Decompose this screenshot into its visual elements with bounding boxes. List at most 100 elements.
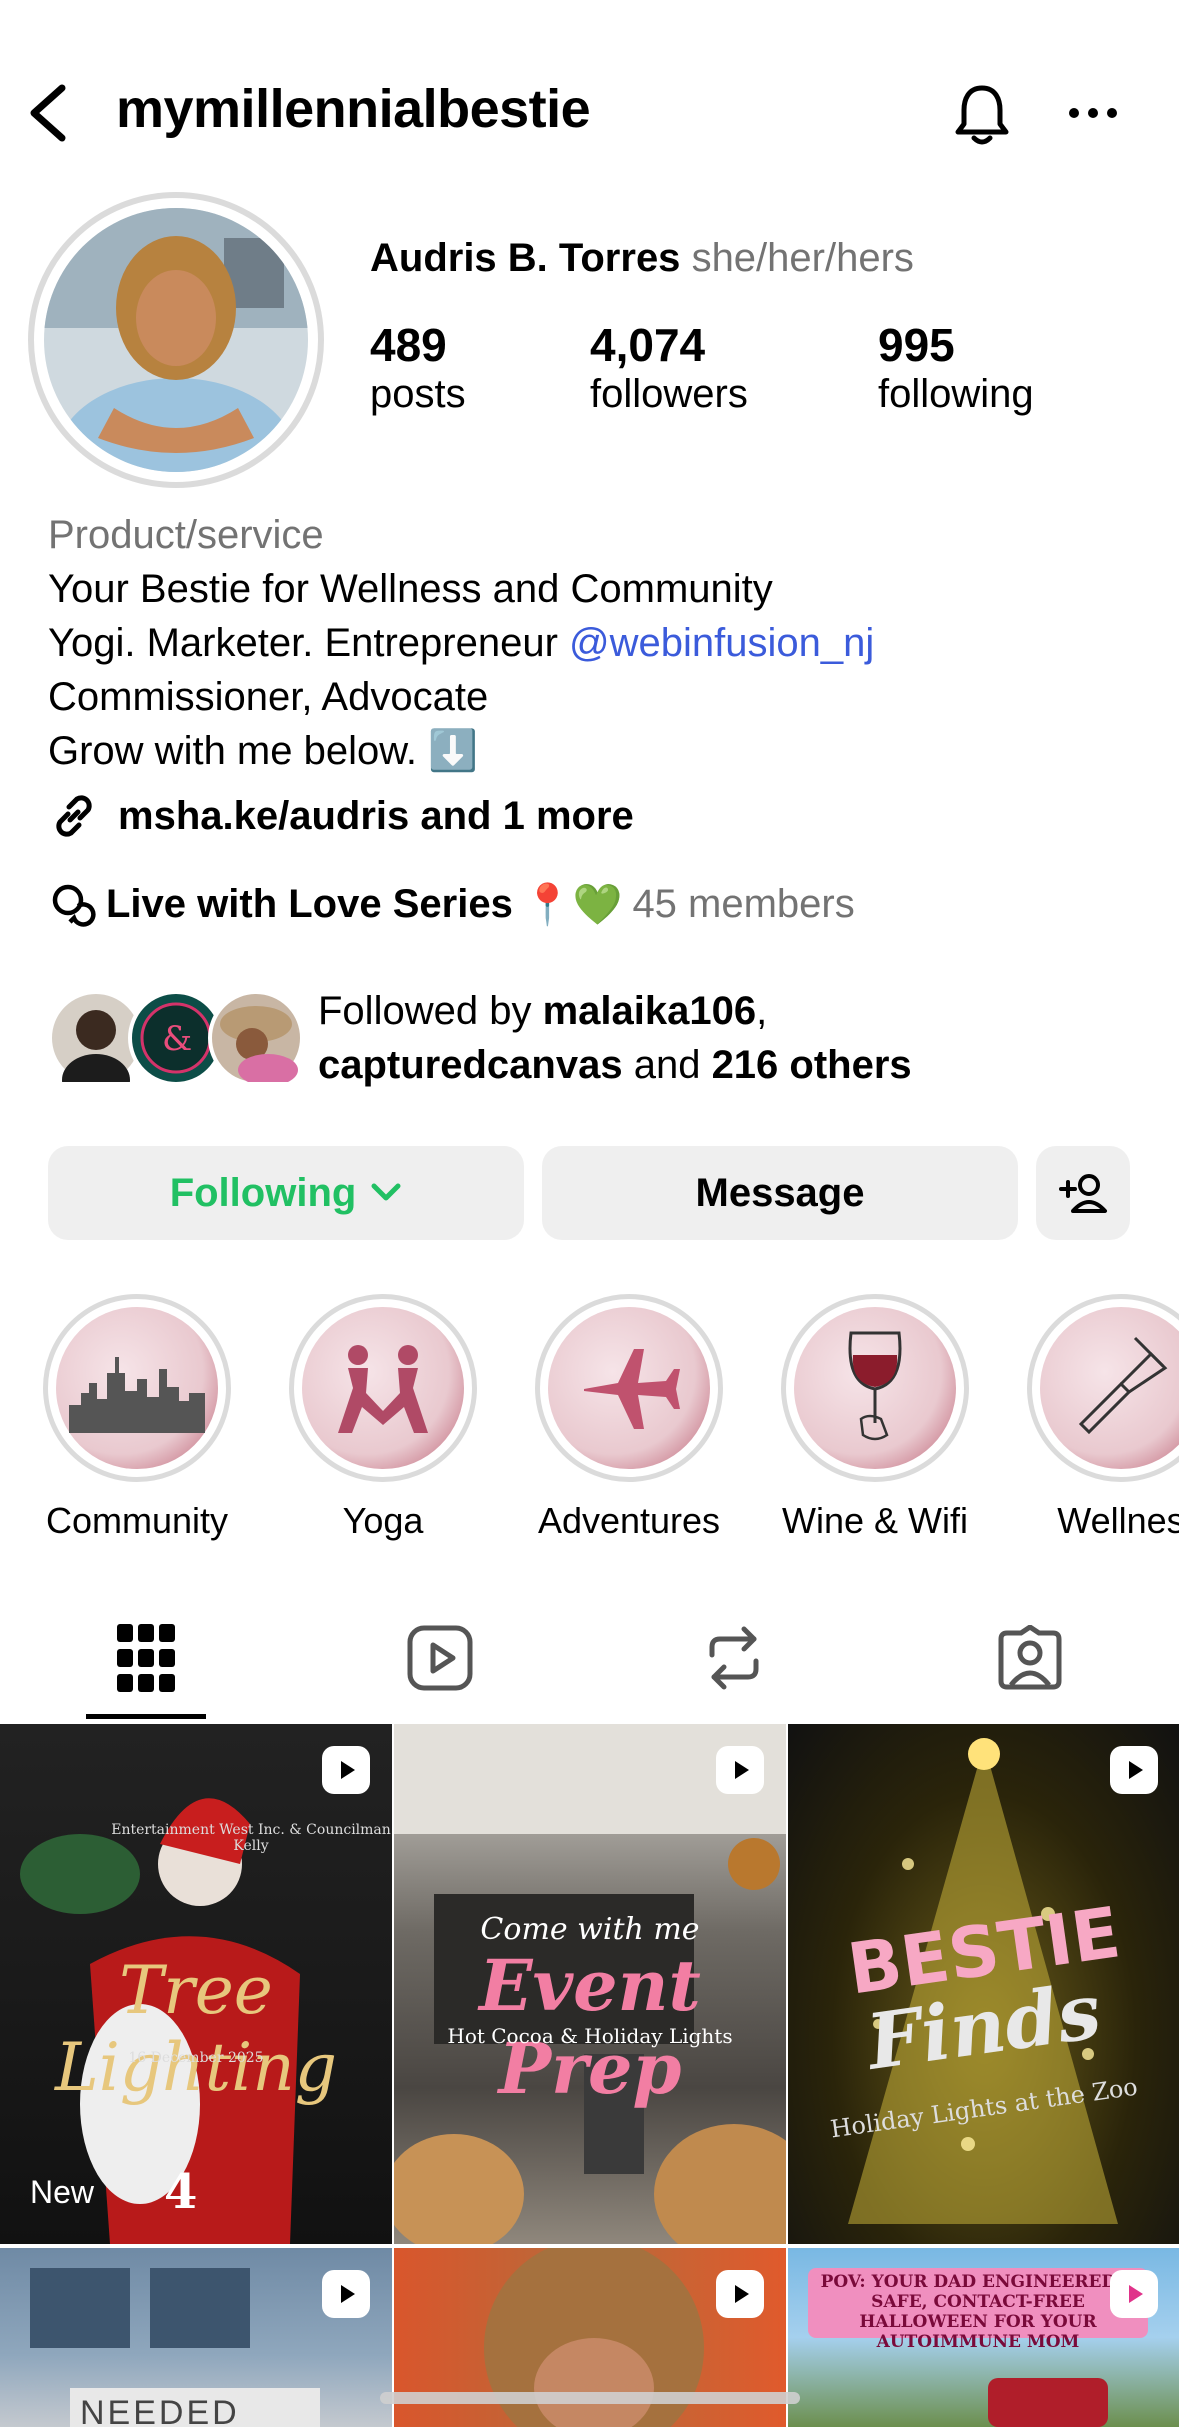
following-button[interactable]: Following [48,1146,524,1240]
reel-badge [1110,2270,1158,2318]
reel-badge [1110,1746,1158,1794]
follower-avatar-3[interactable] [208,990,304,1086]
highlight-label: Wine & Wifi [781,1500,968,1541]
play-icon [735,2285,749,2303]
stat-following-value: 995 [878,319,955,371]
stat-posts[interactable]: 489 posts [370,318,466,417]
home-indicator[interactable] [380,2392,800,2404]
skyline-icon [69,1357,205,1433]
notifications-button[interactable] [948,80,1016,148]
stat-following[interactable]: 995 following [878,318,1034,417]
active-tab-indicator [86,1714,206,1719]
post-new-label: New [30,2174,95,2210]
bio-line-1: Your Bestie for Wellness and Community [48,567,773,611]
followed-others: 216 others [711,1043,912,1087]
highlight-label: Adventures [537,1500,721,1541]
profile-name-row: Audris B. Torres she/her/hers [370,236,914,281]
stat-posts-value: 489 [370,319,447,371]
stat-followers-label: followers [590,372,748,416]
play-icon [1129,2285,1143,2303]
message-button[interactable]: Message [542,1146,1018,1240]
tab-posts-grid[interactable] [76,1608,216,1708]
post-title: Tree Lighting [54,1952,338,2106]
play-icon [1129,1761,1143,1779]
highlight-wellness[interactable]: Wellnes [1024,1294,1179,1542]
highlight-label: Yoga [342,1500,424,1541]
post-prefix: Come with me [480,1912,700,1947]
stat-followers-value: 4,074 [590,319,706,371]
chevron-down-icon [371,1183,401,1201]
bio-line-3: Commissioner, Advocate [48,675,489,719]
back-button[interactable] [22,78,82,148]
svg-text:&: & [162,1019,192,1059]
post-title: NEEDED [80,2394,240,2427]
followed-user-2: capturedcanvas [318,1043,623,1087]
following-label: Following [169,1170,357,1215]
followed-comma: , [756,989,768,1033]
stat-following-label: following [878,372,1034,416]
post-thumbnail-4[interactable]: NEEDED [0,2248,392,2427]
reposts-icon [709,1626,759,1690]
reel-badge [322,2270,370,2318]
bio-line-4: Grow with me below. ⬇️ [48,729,478,773]
play-icon [341,1761,355,1779]
profile-category: Product/service [48,513,324,557]
more-horizontal-icon [1069,108,1117,118]
highlight-community[interactable]: Community [40,1294,234,1542]
followed-user-1: malaika106 [542,989,757,1033]
comb-icon [1078,1336,1168,1435]
profile-username: mymillennialbestie [116,79,591,139]
profile-name: Audris B. Torres [370,236,681,280]
reel-badge [322,1746,370,1794]
followed-prefix: Followed by [318,989,543,1033]
bio-mention-link[interactable]: @webinfusion_nj [569,621,874,665]
profile-link-text: msha.ke/audris and 1 more [118,793,634,838]
bio-line-2-text: Yogi. Marketer. Entrepreneur [48,621,570,665]
play-icon [341,2285,355,2303]
followed-and: and [622,1043,712,1087]
play-icon [735,1761,749,1779]
bio-line-2: Yogi. Marketer. Entrepreneur @webinfusio… [48,616,874,670]
tab-reposts[interactable] [664,1608,804,1708]
avatar[interactable] [44,208,308,472]
chevron-left-icon [30,84,66,142]
channel-icon [52,884,96,927]
highlight-label: Community [45,1500,229,1541]
add-person-icon [1059,1174,1107,1213]
airplane-icon [584,1349,680,1429]
message-label: Message [695,1170,865,1215]
wine-glass-icon [848,1331,902,1441]
reel-badge [716,2270,764,2318]
post-caption: 16 December 2025 [128,2050,264,2066]
highlight-label: Wellnes [1057,1500,1179,1541]
bell-icon [955,85,1009,145]
followed-by-text[interactable]: Followed by malaika106, capturedcanvas a… [318,984,912,1092]
channel-name: Live with Love Series [106,881,513,926]
more-options-button[interactable] [1068,98,1118,128]
post-thumbnail-2[interactable]: Come with me Event Prep Hot Cocoa & Holi… [394,1724,786,2244]
suggest-people-button[interactable] [1036,1146,1130,1240]
yoga-icon [338,1345,428,1433]
tab-tagged[interactable] [960,1608,1100,1708]
highlight-adventures[interactable]: Adventures [532,1294,726,1542]
highlight-yoga[interactable]: Yoga [286,1294,480,1542]
post-top-caption: Entertainment West Inc. & Councilman Kel… [111,1822,391,1854]
tagged-icon [998,1625,1062,1690]
post-caption: Hot Cocoa & Holiday Lights [447,2024,733,2048]
highlight-wine-wifi[interactable]: Wine & Wifi [778,1294,972,1542]
profile-pronouns: she/her/hers [691,236,914,280]
channel-members: 45 members [632,881,855,926]
post-title: POV: YOUR DAD ENGINEERED A SAFE, CONTACT… [820,2272,1136,2352]
stat-posts-label: posts [370,372,466,416]
tab-reels[interactable] [370,1608,510,1708]
grid-icon [117,1624,175,1692]
reels-icon [407,1625,473,1691]
post-thumbnail-6[interactable]: POV: YOUR DAD ENGINEERED A SAFE, CONTACT… [788,2248,1179,2427]
profile-link[interactable]: msha.ke/audris and 1 more [48,790,634,842]
broadcast-channel[interactable]: Live with Love Series 📍💚 45 members [48,880,855,928]
post-thumbnail-3[interactable]: BESTIE Finds Holiday Lights at the Zoo [788,1724,1179,2244]
reel-badge [716,1746,764,1794]
post-thumbnail-1[interactable]: Tree Lighting Entertainment West Inc. & … [0,1724,392,2244]
stat-followers[interactable]: 4,074 followers [590,318,748,417]
channel-emojis: 📍💚 [522,882,623,927]
